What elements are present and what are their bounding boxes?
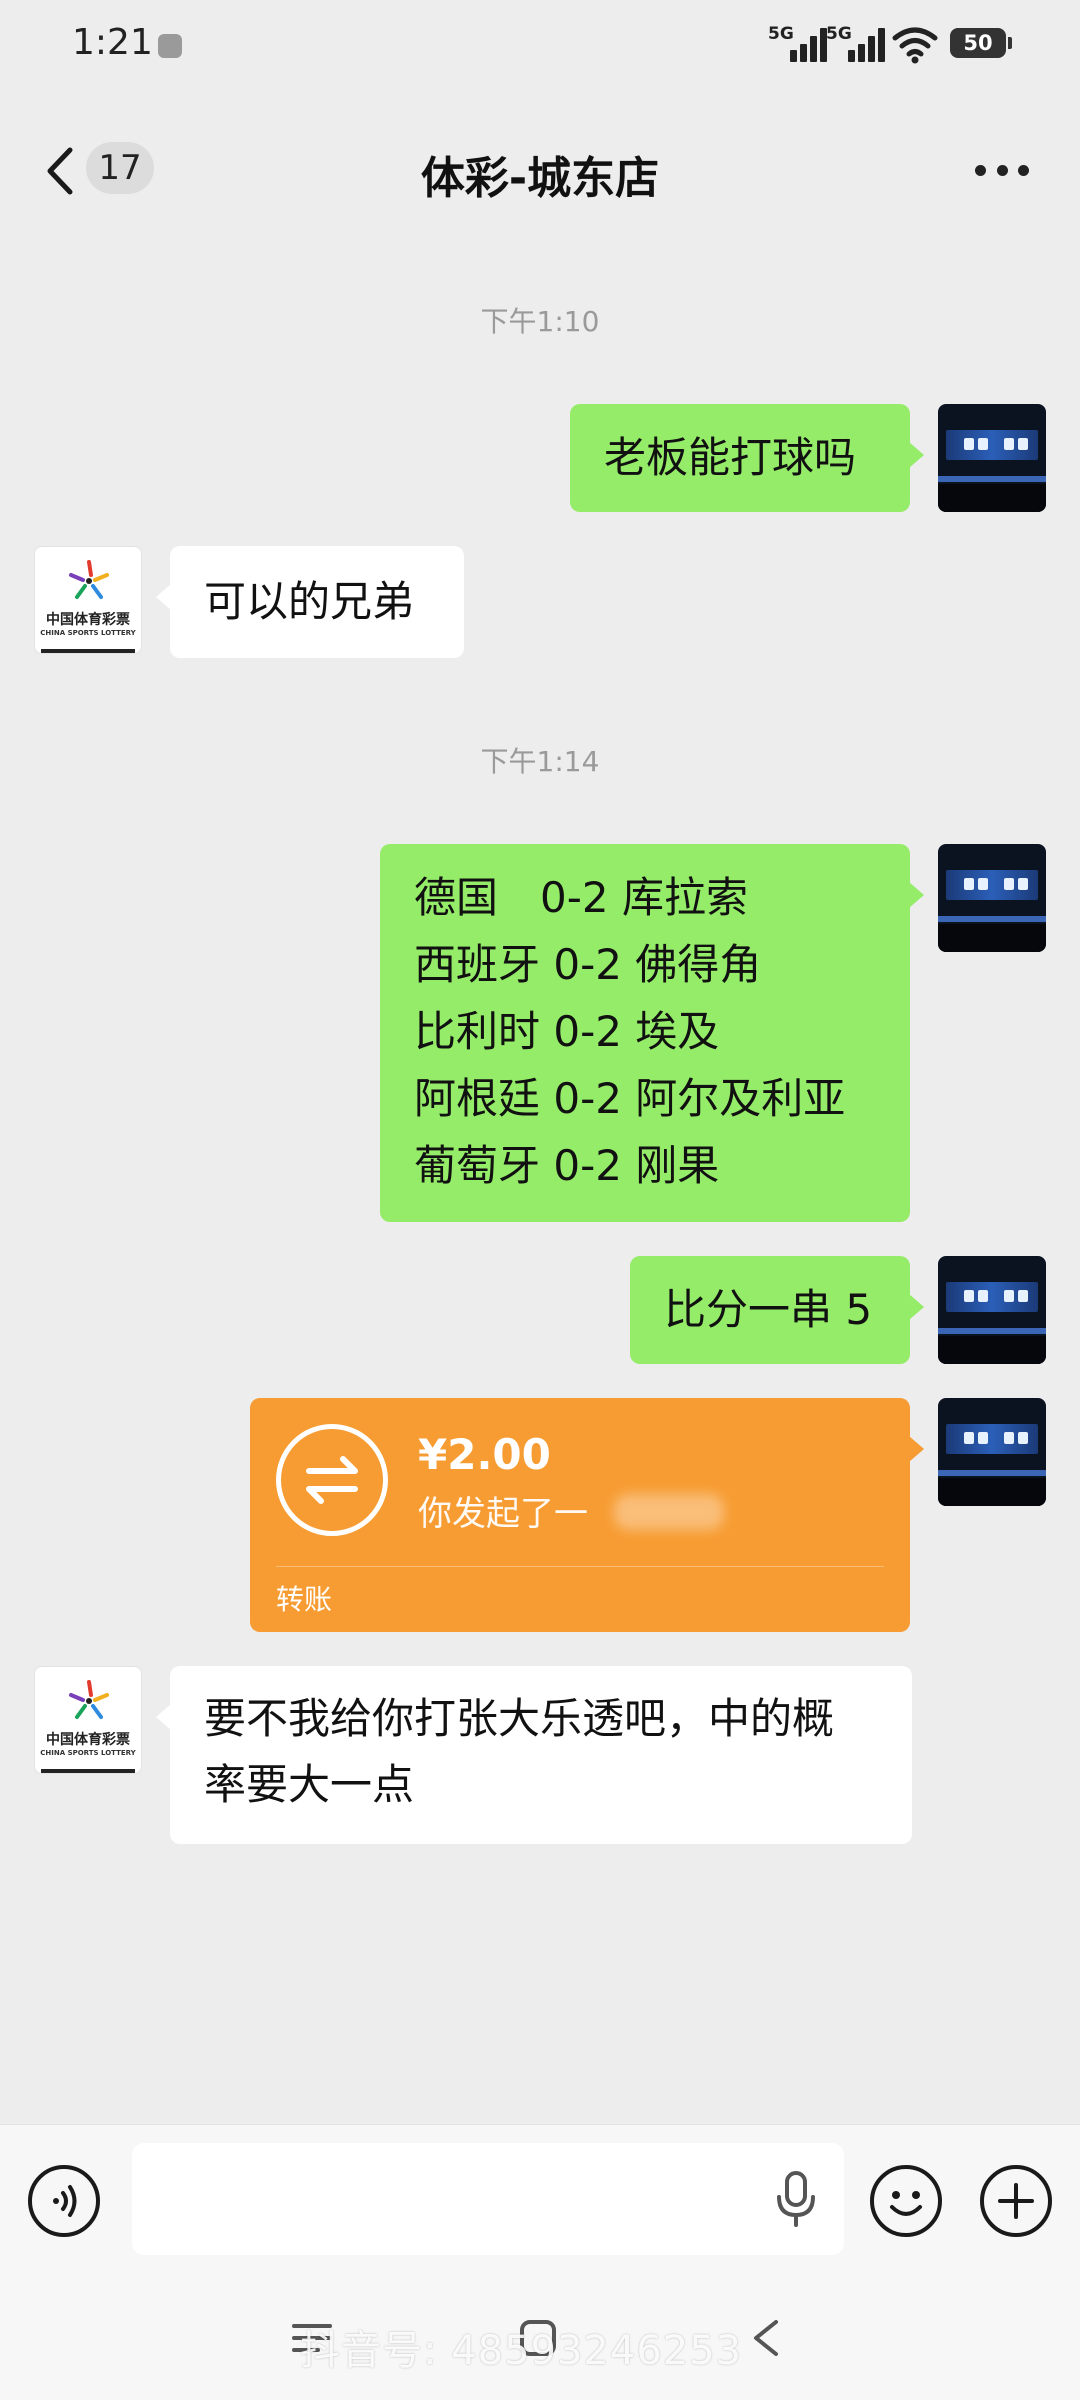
signal-2-icon: 5G <box>826 24 892 64</box>
notification-icon <box>158 34 182 58</box>
shop-avatar[interactable]: 中国体育彩票 CHINA SPORTS LOTTERY <box>34 1666 142 1774</box>
watermark: 抖音号: 48593246253 <box>300 2328 743 2374</box>
message-line: 率要大一点 <box>204 1760 415 1809</box>
score-line: 阿根廷 0-2 阿尔及利亚 <box>414 1074 846 1123</box>
transfer-icon <box>276 1424 388 1536</box>
battery-level: 50 <box>963 31 993 55</box>
network-type-1: 5G <box>768 24 794 44</box>
transfer-amount: ¥2.00 <box>418 1430 551 1479</box>
timestamp: 下午1:10 <box>480 305 600 338</box>
self-message-bubble[interactable]: 德国 0-2 库拉索 西班牙 0-2 佛得角 比利时 0-2 埃及 阿根廷 0-… <box>380 844 924 1222</box>
self-avatar[interactable] <box>938 1398 1046 1506</box>
timestamp: 下午1:14 <box>480 745 600 778</box>
chat-title: 体彩-城东店 <box>420 153 660 204</box>
status-bar: 1:21 5G 5G 50 <box>0 0 1080 92</box>
input-bar <box>0 2124 1080 2277</box>
battery-icon: 50 <box>950 28 1012 58</box>
transfer-card[interactable]: ¥2.00 你发起了一 转账 <box>250 1398 924 1632</box>
wifi-icon <box>892 27 938 64</box>
transfer-label: 转账 <box>276 1583 333 1616</box>
transfer-description: 你发起了一 <box>418 1494 588 1534</box>
self-avatar[interactable] <box>938 844 1046 952</box>
score-line: 西班牙 0-2 佛得角 <box>414 940 762 989</box>
self-message-bubble[interactable]: 老板能打球吗 <box>570 404 924 512</box>
microphone-icon[interactable] <box>770 2169 822 2229</box>
shop-avatar[interactable]: 中国体育彩票 CHINA SPORTS LOTTERY <box>34 546 142 654</box>
more-functions-button[interactable] <box>980 2165 1052 2237</box>
logo-text-cn: 中国体育彩票 <box>46 612 130 628</box>
smiley-icon <box>890 2191 922 2216</box>
redacted-text <box>614 1494 724 1530</box>
plus-icon <box>998 2183 1034 2219</box>
self-avatar[interactable] <box>938 404 1046 512</box>
logo-text-en: CHINA SPORTS LOTTERY <box>40 1749 136 1757</box>
self-message-bubble[interactable]: 比分一串 5 <box>630 1256 924 1364</box>
logo-text-en: CHINA SPORTS LOTTERY <box>40 629 136 637</box>
contact-message-bubble[interactable]: 可以的兄弟 <box>156 546 464 658</box>
message-input[interactable] <box>132 2143 844 2255</box>
lottery-logo-icon <box>69 1680 109 1719</box>
signal-1-icon: 5G <box>768 24 834 64</box>
network-type-2: 5G <box>826 24 852 44</box>
voice-wave-icon <box>53 2185 77 2217</box>
chat-header: 17 体彩-城东店 <box>0 120 1080 220</box>
lottery-logo-icon <box>69 560 109 599</box>
score-line: 葡萄牙 0-2 刚果 <box>414 1141 720 1190</box>
message-line: 要不我给你打张大乐透吧，中的概 <box>204 1694 835 1743</box>
message-text: 可以的兄弟 <box>204 577 415 626</box>
message-text: 老板能打球吗 <box>604 433 857 482</box>
contact-message-bubble[interactable]: 要不我给你打张大乐透吧，中的概 率要大一点 <box>156 1666 912 1844</box>
voice-mode-button[interactable] <box>28 2165 100 2237</box>
logo-text-cn: 中国体育彩票 <box>46 1732 130 1748</box>
score-line: 比利时 0-2 埃及 <box>414 1007 720 1056</box>
score-line: 德国 0-2 库拉索 <box>414 873 748 922</box>
more-dots-icon[interactable] <box>975 162 1029 178</box>
self-avatar[interactable] <box>938 1256 1046 1364</box>
emoji-button[interactable] <box>870 2165 942 2237</box>
message-text: 比分一串 5 <box>664 1285 873 1334</box>
back-nav-icon[interactable] <box>748 2318 782 2358</box>
status-time: 1:21 <box>72 22 153 63</box>
